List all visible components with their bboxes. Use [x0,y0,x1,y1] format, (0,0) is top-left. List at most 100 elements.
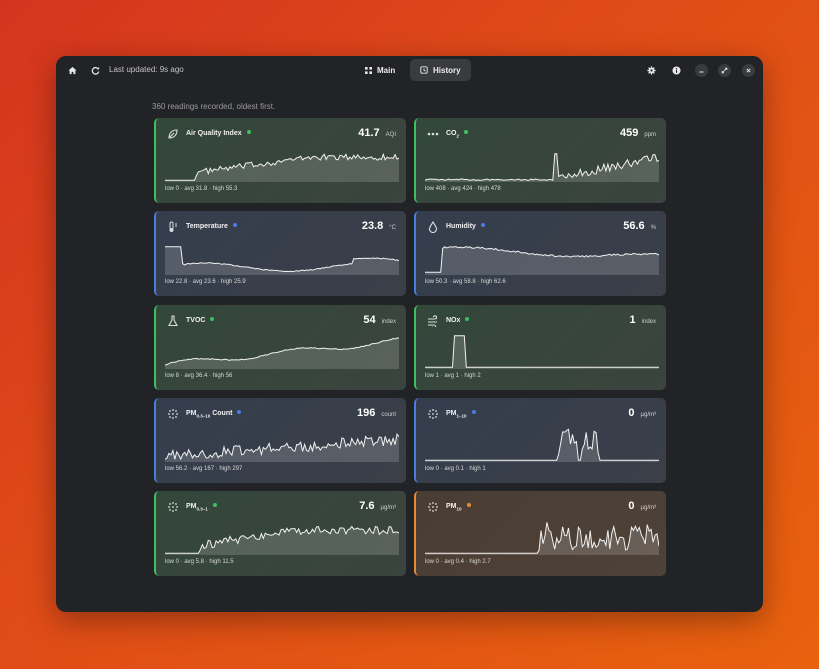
sensor-name: Temperature [186,223,237,230]
sensor-reading: 0 µg/m³ [628,407,656,419]
status-dot [232,223,237,227]
tab-main[interactable]: Main [355,59,405,81]
sensor-name-text: Humidity [446,223,476,230]
settings-button[interactable] [643,62,659,78]
droplet-icon [427,220,439,234]
sensor-value: 41.7 [358,127,380,139]
sensor-name-subscript: 2 [456,133,460,139]
sensor-name: TVOC [186,317,215,324]
sensor-stats: low 0 · avg 0.4 · high 2.7 [425,559,491,565]
sensor-stats: low 0 · avg 5.8 · high 11.5 [165,559,234,565]
sensor-stats: low 8 · avg 36.4 · high 56 [165,373,233,379]
sparkline-chart [165,246,399,275]
sensor-name-text: Temperature [186,223,228,230]
sensor-card: PM0.3–10 Count 196 count low 56.2 · avg 167… [154,398,406,483]
status-dot [466,503,471,507]
sensor-stats: low 0 · avg 0.1 · high 1 [425,466,486,472]
sensor-name-text: NOx [446,317,461,324]
sensor-name-subscript: 0.3–10 [196,413,211,419]
status-dot [212,503,217,507]
sensor-stats: low 22.8 · avg 23.6 · high 25.9 [165,279,246,285]
refresh-button[interactable] [87,62,103,78]
sparkline-area [165,154,399,182]
sensor-name-text: PM [186,503,197,510]
home-icon [67,66,77,74]
close-button[interactable] [742,64,755,77]
home-button[interactable] [64,62,80,78]
sensor-card: TVOC 54 index low 8 · avg 36.4 · high 56 [154,305,406,390]
sensor-unit: °C [389,225,396,231]
tab-history[interactable]: History [410,59,471,81]
header-bar: Last updated: 9s ago Main History [56,56,763,84]
sensor-unit: index [381,319,396,325]
sensor-card: Air Quality Index 41.7 AQI low 0 · avg 31.8… [154,118,406,203]
info-icon [671,65,681,75]
particles-icon [167,407,179,419]
particles-icon [427,500,439,512]
about-button[interactable] [668,62,684,78]
sensor-value: 196 [356,407,376,419]
sparkline-area [165,434,399,462]
sparkline-area [425,153,659,182]
sparkline-chart [165,337,399,369]
sensor-name: CO2 [446,130,469,139]
status-dot [237,410,242,414]
sensor-name: PM0.3–1 [186,503,217,511]
sensor-reading: 0 µg/m³ [628,500,656,512]
tab-history-label: History [433,65,461,75]
flask-icon [167,314,179,327]
sensor-name-text: TVOC [186,317,206,324]
status-dot [210,317,215,321]
sparkline-line [425,428,659,461]
sensor-name: NOx [446,317,470,324]
sensor-reading: 7.6 µg/m³ [359,500,396,512]
grid-icon [365,66,372,74]
sensor-name-subscript: 0.3–1 [196,506,208,512]
sensor-reading: 196 count [357,407,396,419]
particles-icon [427,407,439,419]
gear-icon [646,65,656,75]
sensor-unit: index [641,319,656,325]
particles-icon [167,500,179,512]
sensor-stats: low 408 · avg 424 · high 478 [425,186,501,192]
sensor-reading: 41.7 AQI [358,127,396,139]
sensor-name: PM10 [446,503,471,511]
maximize-button[interactable] [718,64,731,77]
sparkline-area [165,338,399,369]
sensor-name-suffix: Count [210,410,233,417]
dots-icon [427,127,439,139]
sensor-stats: low 50.3 · avg 58.8 · high 62.6 [425,279,506,285]
sensor-unit: count [381,412,396,418]
sensor-name: PM0.3–10 Count [186,410,242,419]
sparkline-chart [425,153,659,182]
sensor-value: 0 [628,407,635,419]
app-window: Last updated: 9s ago Main History 360 re… [56,56,763,612]
status-dot [464,130,469,134]
maximize-icon [721,67,728,74]
sensor-value: 54 [363,314,376,326]
sensor-card: PM10 0 µg/m³ low 0 · avg 0.4 · high 2.7 [414,491,666,576]
sensor-name-text: PM [446,503,457,510]
sparkline-chart [425,428,659,462]
leaf-icon [167,127,179,139]
sensor-value: 459 [619,127,639,139]
sparkline-chart [165,525,399,555]
sensor-stats: low 1 · avg 1 · high 2 [425,373,481,379]
sensor-name-text: CO [446,130,457,137]
sensor-value: 0 [628,500,635,512]
sensor-name-subscript: 1–10 [456,413,467,419]
thermometer-icon [167,220,179,232]
minimize-icon [699,71,704,73]
sparkline-chart [425,246,659,275]
tab-main-label: Main [377,65,396,75]
sensor-card: PM1–10 0 µg/m³ low 0 · avg 0.1 · high 1 [414,398,666,483]
minimize-button[interactable] [695,64,708,77]
sensor-card: NOx 1 index low 1 · avg 1 · high 2 [414,305,666,390]
status-dot [471,410,476,414]
status-dot [465,317,470,321]
sparkline-area [425,246,659,275]
sparkline-area [425,429,659,462]
readings-summary: 360 readings recorded, oldest first. [152,102,276,111]
sensor-unit: µg/m³ [380,505,396,511]
sensor-reading: 54 index [363,314,396,326]
